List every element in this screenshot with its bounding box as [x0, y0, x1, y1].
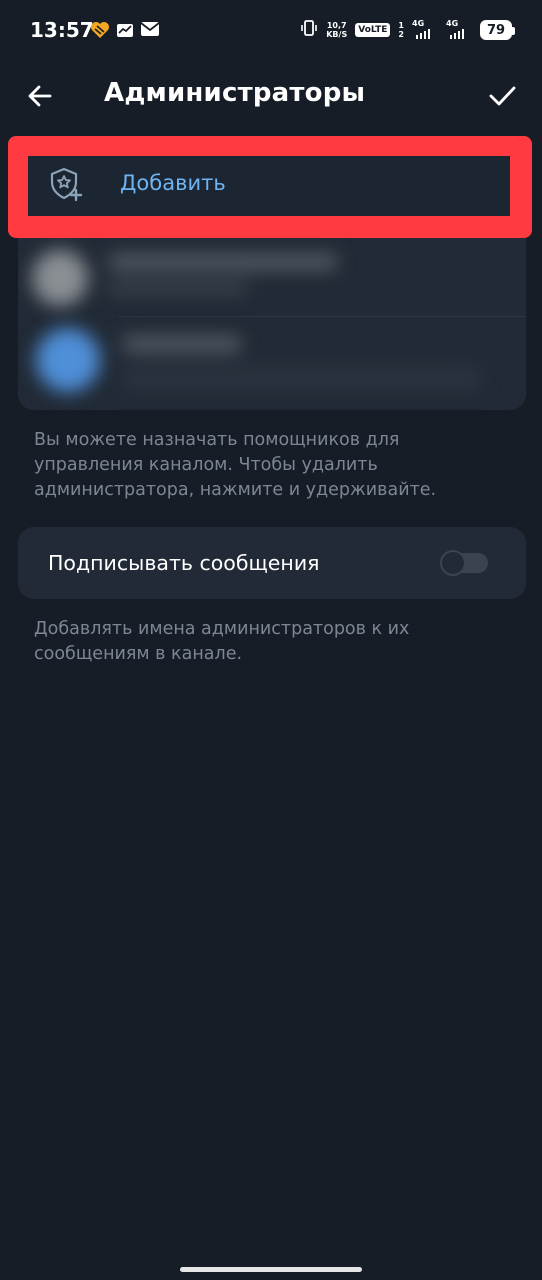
status-time: 13:57	[30, 18, 94, 42]
arrow-left-icon	[28, 85, 52, 107]
battery-icon: 79	[480, 20, 515, 40]
app-bar: Администраторы	[0, 62, 542, 128]
sign-messages-toggle[interactable]	[440, 550, 488, 576]
signal-icon-sim1: 4G	[412, 19, 438, 41]
sign-messages-hint: Добавлять имена администраторов к их соо…	[34, 619, 410, 664]
mail-icon	[140, 21, 160, 43]
add-admin-button[interactable]: Добавить	[28, 156, 510, 216]
admin-list-item-1[interactable]	[18, 238, 526, 316]
sign-messages-label: Подписывать сообщения	[48, 551, 320, 575]
status-indicators: 10,7 KB/S VoLTE 1 2 4G 4G 79	[300, 19, 515, 41]
chart-app-icon	[116, 21, 134, 43]
sim-indicator: 1 2	[398, 21, 404, 39]
notification-icons	[90, 21, 160, 43]
list-divider	[118, 316, 526, 317]
toggle-knob	[440, 550, 466, 576]
sign-messages-row[interactable]: Подписывать сообщения	[18, 527, 526, 599]
vibrate-icon	[300, 19, 318, 41]
add-admin-label: Добавить	[120, 171, 226, 195]
back-button[interactable]	[20, 76, 60, 116]
status-bar: 13:57 10,7 KB/S VoLTE 1 2 4G 4G 79	[0, 0, 542, 62]
home-indicator[interactable]	[180, 1267, 362, 1272]
heart-app-icon	[90, 21, 110, 43]
volte-badge: VoLTE	[355, 23, 391, 37]
checkmark-icon	[489, 86, 516, 106]
signal-icon-sim2: 4G	[446, 19, 472, 41]
save-button[interactable]	[482, 76, 522, 116]
network-speed: 10,7 KB/S	[326, 21, 348, 39]
admin-list-item-2[interactable]	[18, 318, 526, 410]
shield-star-plus-icon	[48, 166, 84, 202]
admin-list	[18, 238, 526, 410]
admin-settings-screen: 13:57 10,7 KB/S VoLTE 1 2 4G 4G 79 Админ…	[0, 0, 542, 1280]
admins-hint: Вы можете назначать помощников для управ…	[34, 430, 437, 500]
page-title: Администраторы	[104, 78, 366, 108]
